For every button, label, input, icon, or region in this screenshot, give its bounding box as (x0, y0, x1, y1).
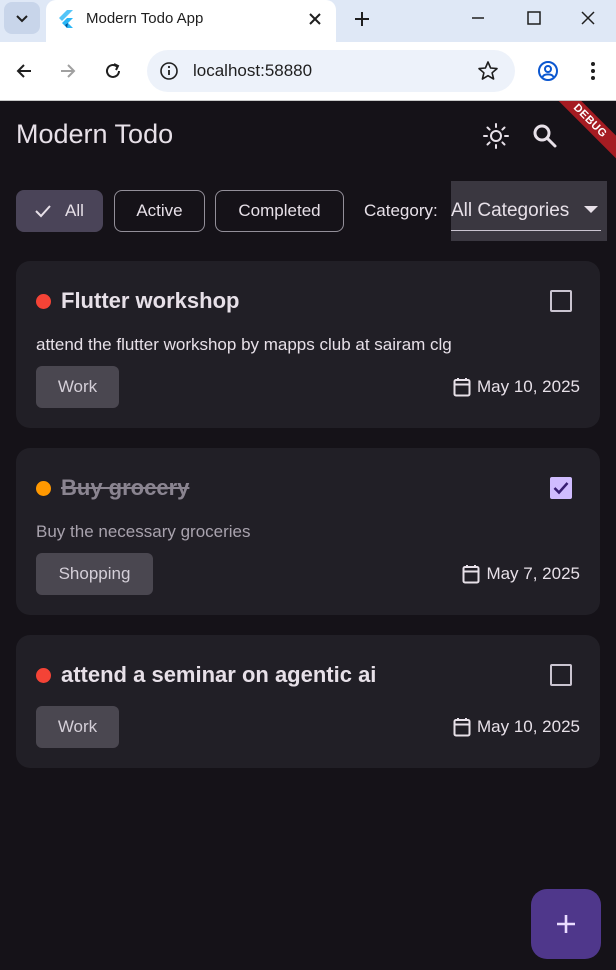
new-tab-button[interactable] (348, 6, 376, 32)
filter-chip-label: Completed (238, 201, 321, 220)
priority-dot (36, 481, 51, 496)
category-label: Category: (364, 201, 438, 220)
filter-chip-active[interactable]: Active (114, 190, 205, 232)
dropdown-underline (451, 230, 601, 231)
browser-tab-bar: Modern Todo App (0, 0, 616, 42)
todo-app: Modern Todo DEBUG All Active Completed C… (0, 101, 616, 970)
bookmark-star-icon[interactable] (477, 60, 499, 82)
arrow-left-icon (16, 64, 31, 78)
url-text: localhost:58880 (193, 61, 313, 80)
todo-description: Buy the necessary groceries (36, 522, 251, 541)
due-date: May 10, 2025 (453, 375, 580, 399)
filter-chip-label: All (65, 201, 84, 220)
close-icon (581, 11, 595, 25)
reload-icon (106, 63, 120, 78)
priority-dot (36, 294, 51, 309)
tab-search-button[interactable] (4, 2, 40, 34)
todo-card[interactable]: attend a seminar on agentic ai Work May … (16, 635, 600, 768)
search-button[interactable] (529, 120, 561, 152)
todo-description: attend the flutter workshop by mapps clu… (36, 335, 452, 354)
calendar-icon (453, 717, 471, 737)
filter-chip-label: Active (136, 201, 183, 220)
maximize-icon (527, 11, 541, 25)
sun-icon (483, 123, 509, 149)
flutter-logo-icon (59, 10, 73, 28)
chevron-down-icon (16, 15, 28, 23)
calendar-icon (453, 377, 471, 397)
todo-checkbox[interactable] (550, 290, 572, 312)
category-dropdown[interactable]: All Categories (451, 181, 607, 241)
category-value: All Categories (451, 200, 570, 221)
category-tag: Work (36, 366, 119, 408)
todo-title: Buy grocery (61, 475, 190, 500)
account-icon (538, 61, 558, 81)
more-vert-icon (591, 62, 595, 80)
todo-checkbox[interactable] (550, 477, 572, 499)
todo-card[interactable]: Flutter workshop attend the flutter work… (16, 261, 600, 428)
forward-button[interactable] (54, 57, 82, 85)
page-title: Modern Todo (16, 119, 174, 149)
todo-card[interactable]: Buy grocery Buy the necessary groceries … (16, 448, 600, 615)
browser-tab[interactable]: Modern Todo App (46, 0, 336, 42)
search-icon (533, 124, 557, 148)
category-tag: Shopping (36, 553, 153, 595)
window-close-button[interactable] (560, 0, 616, 36)
priority-dot (36, 668, 51, 683)
theme-toggle-button[interactable] (480, 120, 512, 152)
add-todo-button[interactable] (531, 889, 601, 959)
site-info-icon (160, 62, 178, 80)
maximize-button[interactable] (506, 0, 562, 36)
due-date-text: May 10, 2025 (476, 377, 580, 396)
close-icon (309, 13, 321, 25)
due-date-text: May 7, 2025 (486, 564, 580, 583)
check-icon (35, 204, 51, 218)
tab-title: Modern Todo App (86, 10, 204, 27)
browser-toolbar: localhost:58880 (0, 42, 616, 100)
back-button[interactable] (10, 57, 38, 85)
todo-title: Flutter workshop (61, 288, 240, 313)
address-bar[interactable]: localhost:58880 (147, 50, 515, 92)
browser-menu-button[interactable] (579, 57, 607, 85)
calendar-icon (462, 564, 480, 584)
todo-title: attend a seminar on agentic ai (61, 662, 377, 687)
filter-chip-all[interactable]: All (16, 190, 103, 232)
profile-button[interactable] (534, 57, 562, 85)
reload-button[interactable] (99, 57, 127, 85)
check-icon (553, 482, 569, 495)
todo-checkbox[interactable] (550, 664, 572, 686)
arrow-right-icon (61, 64, 76, 78)
minimize-icon (472, 17, 484, 19)
plus-icon (355, 12, 369, 26)
due-date-text: May 10, 2025 (476, 717, 580, 736)
dropdown-arrow-icon (584, 206, 598, 213)
filter-chip-completed[interactable]: Completed (215, 190, 344, 232)
category-tag: Work (36, 706, 119, 748)
plus-icon (557, 915, 575, 933)
due-date: May 7, 2025 (462, 562, 580, 586)
due-date: May 10, 2025 (453, 715, 580, 739)
minimize-button[interactable] (450, 0, 506, 36)
tab-close-button[interactable] (304, 8, 326, 30)
